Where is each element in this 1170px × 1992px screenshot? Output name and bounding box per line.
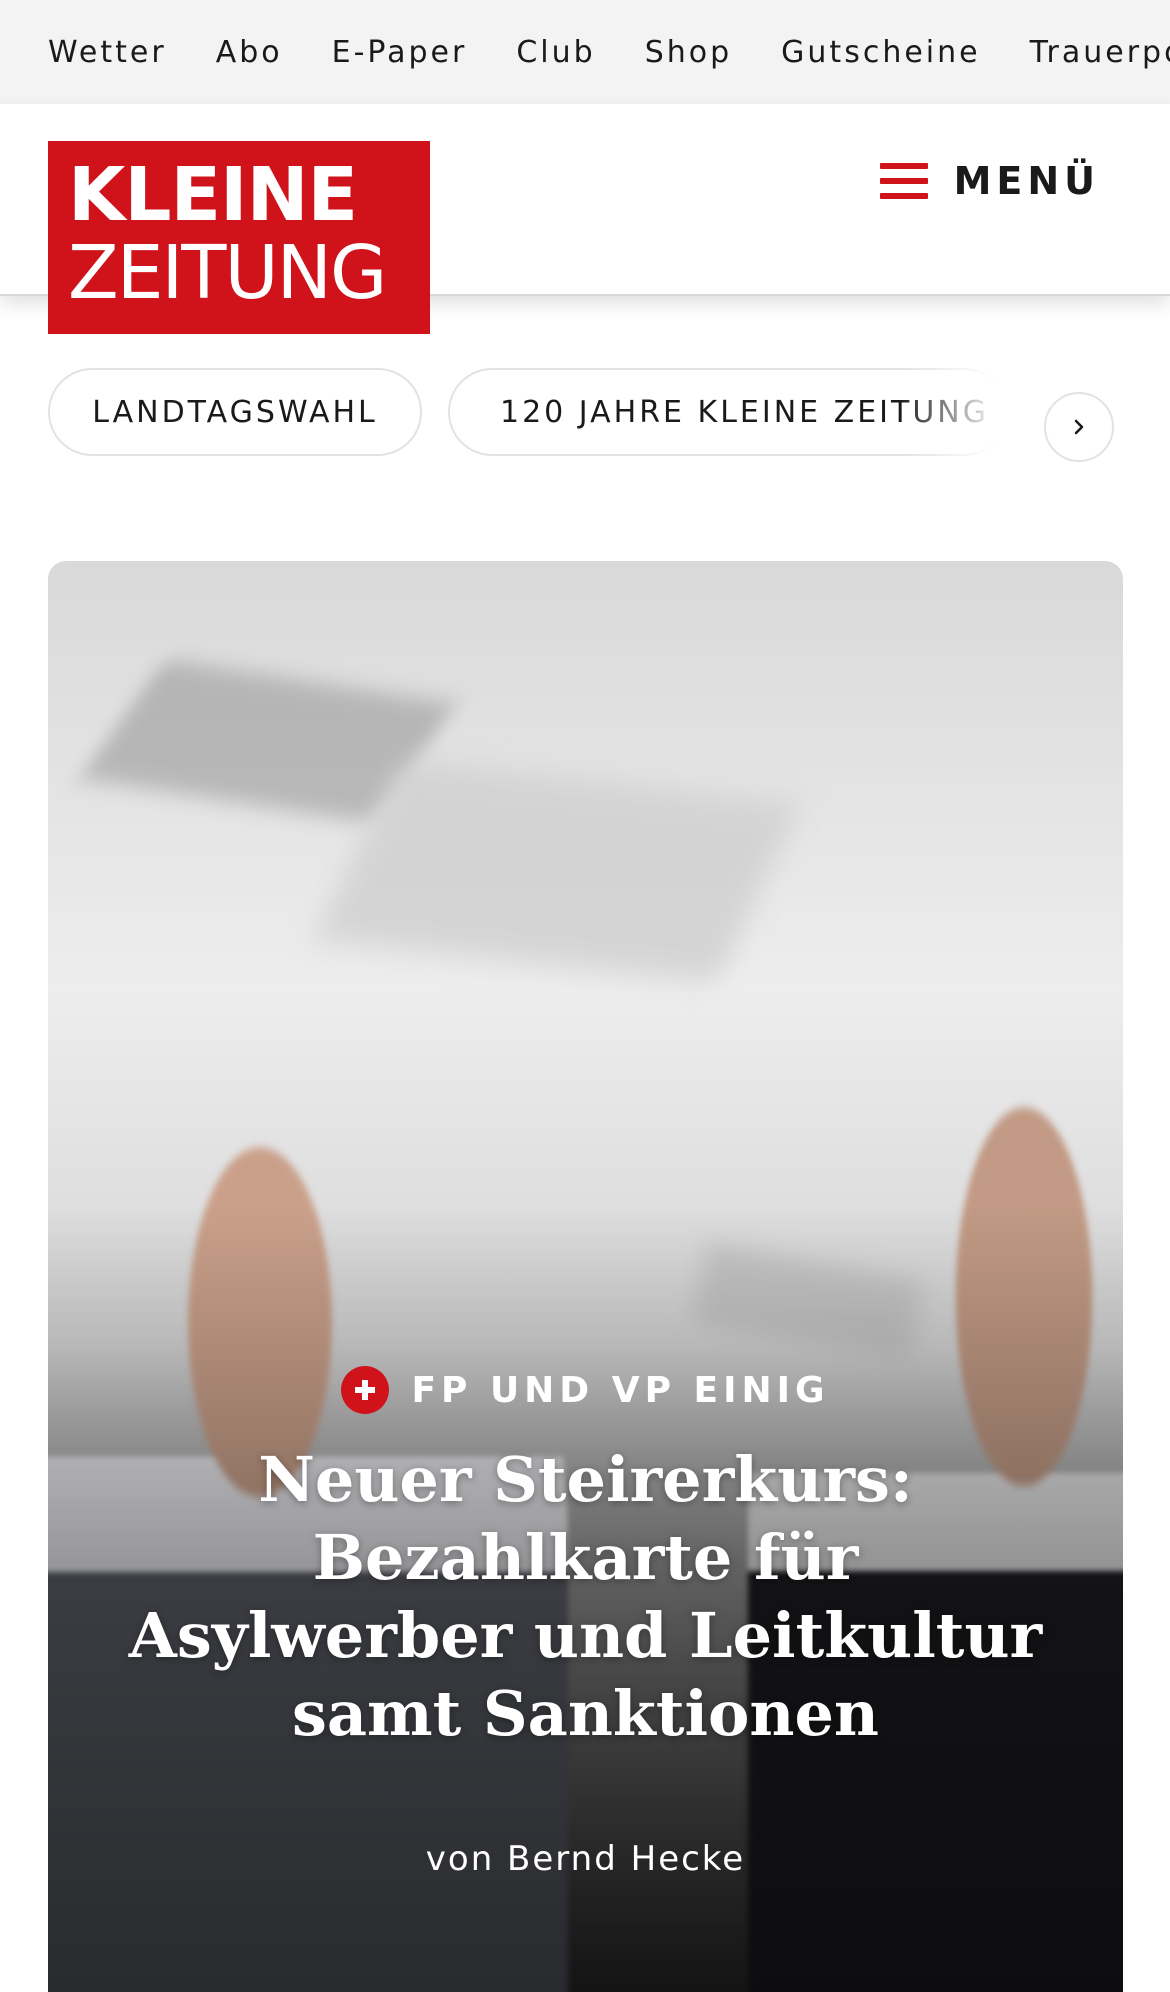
hero-byline: von Bernd Hecke [425, 1839, 746, 1879]
top-utility-nav: Wetter Abo E-Paper Club Shop Gutscheine … [0, 0, 1170, 104]
topnav-item-wetter[interactable]: Wetter [48, 35, 167, 70]
logo-line-2: ZEITUNG [68, 230, 387, 316]
hero-gradient-overlay [48, 561, 1123, 1992]
topnav-item-gutscheine[interactable]: Gutscheine [781, 35, 980, 70]
menu-button[interactable]: MENÜ [879, 156, 1100, 206]
topnav-item-abo[interactable]: Abo [216, 35, 283, 70]
hero-kicker-text: FP UND VP EINIG [411, 1369, 830, 1411]
hero-article[interactable]: FP UND VP EINIG Neuer Steirerkurs: Bezah… [48, 561, 1123, 1992]
scroll-fade [900, 358, 1040, 470]
plus-icon [341, 1366, 390, 1414]
site-header: KLEINE ZEITUNG MENÜ [0, 104, 1170, 334]
menu-label: MENÜ [953, 159, 1100, 203]
topnav-item-trauerportal[interactable]: Trauerpo [1030, 35, 1170, 70]
topnav-item-shop[interactable]: Shop [645, 35, 732, 70]
hamburger-icon [879, 163, 928, 199]
topics-next-button[interactable] [1044, 392, 1114, 462]
chevron-right-icon [1074, 419, 1084, 435]
topic-pill-landtagswahl[interactable]: LANDTAGSWAHL [48, 368, 422, 456]
topic-pills: LANDTAGSWAHL 120 JAHRE KLEINE ZEITUNG [0, 358, 1170, 470]
hero-headline[interactable]: Neuer Steirerkurs: Bezahlkarte für Asylw… [128, 1441, 1043, 1753]
hero-kicker: FP UND VP EINIG [48, 1366, 1123, 1414]
top-utility-list: Wetter Abo E-Paper Club Shop Gutscheine … [0, 0, 1170, 104]
topic-pill-label: LANDTAGSWAHL [92, 394, 378, 430]
site-logo[interactable]: KLEINE ZEITUNG [48, 141, 430, 334]
logo-line-1: KLEINE [68, 152, 358, 238]
topnav-item-epaper[interactable]: E-Paper [332, 35, 468, 70]
topnav-item-club[interactable]: Club [516, 35, 595, 70]
